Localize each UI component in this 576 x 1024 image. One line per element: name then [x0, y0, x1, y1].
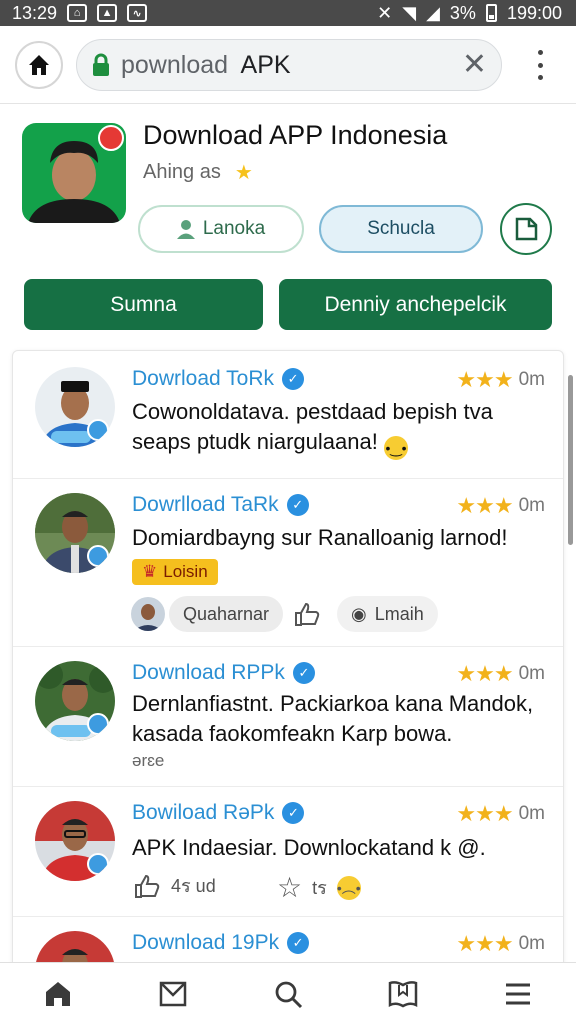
status-clock: 199:00 — [506, 2, 562, 23]
user-chip[interactable]: Quaharnar — [169, 596, 284, 632]
verified-icon: ✓ — [282, 802, 305, 824]
home-icon — [29, 55, 49, 75]
star-icon: ★★★ — [456, 801, 513, 826]
thumbs-up-icon — [135, 874, 160, 898]
home-icon — [45, 981, 70, 1006]
share-button[interactable] — [500, 203, 552, 255]
bottom-nav — [0, 962, 576, 1024]
close-icon[interactable]: ✕ — [462, 50, 487, 80]
url-text: pownload APK — [121, 50, 291, 79]
post-text: Dernlanfiastnt. Packiarkoa kana Mandok, … — [132, 691, 534, 746]
react-button[interactable]: ☆ tร •︵• — [277, 871, 361, 904]
status-badge: ♛ Loisin — [132, 559, 218, 585]
post-rating: ★★★ 0m — [456, 931, 545, 956]
avatar — [35, 661, 115, 741]
verified-icon: ✓ — [287, 932, 310, 954]
verified-icon: ✓ — [292, 662, 315, 684]
star-icon: ★★★ — [456, 661, 513, 686]
emoji-icon: •︵• — [336, 875, 361, 900]
star-icon: ★★★ — [456, 931, 513, 956]
list-item[interactable]: Dowrlload TaRk ✓ ★★★ 0m Domiardbayng sur R… — [13, 479, 563, 647]
pin-icon: ◉ — [351, 603, 367, 624]
battery-icon — [485, 4, 497, 22]
post-rating: ★★★ 0m — [456, 493, 545, 518]
emoji-icon: •‿• — [383, 436, 408, 460]
list-item[interactable]: Download RPPk ✓ ★★★ 0m Dernlanfiastnt. Pac… — [13, 647, 563, 787]
nav-mail[interactable] — [143, 969, 203, 1019]
schucla-button[interactable]: Schucla — [319, 205, 483, 253]
post-rating: ★★★ 0m — [456, 801, 545, 826]
sumna-button[interactable]: Sumna — [24, 279, 263, 330]
nav-home[interactable] — [28, 969, 88, 1019]
lock-icon — [93, 53, 109, 76]
status-time: 13:29 — [12, 2, 58, 23]
bookmark-icon — [388, 980, 418, 1007]
list-item[interactable]: Dowrload ToRk ✓ ★★★ 0m Cowonoldatava. pest… — [13, 351, 563, 479]
user-icon — [176, 220, 195, 239]
search-icon — [275, 981, 303, 1008]
url-bar[interactable]: pownload APK ✕ — [76, 39, 502, 91]
star-icon: ★★★ — [456, 493, 513, 518]
edit-icon — [98, 125, 124, 151]
post-text: APK Indaesiar. Downlockatand k @. — [132, 835, 486, 860]
home-button[interactable] — [15, 41, 63, 89]
menu-icon — [506, 983, 531, 1004]
avatar — [35, 493, 115, 573]
signal-icon: ◢ — [426, 2, 440, 23]
download-button[interactable]: Denniy anchepelcik — [279, 279, 552, 330]
post-author[interactable]: Dowrload ToRk ✓ — [132, 367, 305, 391]
like-icon[interactable] — [293, 601, 321, 627]
post-rating: ★★★ 0m — [456, 661, 545, 686]
lanoka-button[interactable]: Lanoka — [138, 205, 304, 253]
post-meta: ərɛe — [132, 751, 165, 770]
app-title: Download APP Indonesia — [143, 120, 448, 150]
battery-percent: 3% — [449, 2, 476, 23]
avatar — [35, 367, 115, 447]
post-author[interactable]: Download RPPk ✓ — [132, 661, 315, 685]
scrollbar[interactable] — [568, 375, 573, 545]
list-item[interactable]: Bowiload RəPk ✓ ★★★ 0m APK Indaesiar. Down… — [13, 787, 563, 917]
crown-icon: ♛ — [142, 562, 158, 581]
star-outline-icon: ☆ — [277, 872, 303, 903]
post-rating: ★★★ 0m — [456, 367, 545, 392]
avatar — [131, 597, 165, 631]
notification-icon: ⌂ — [67, 4, 88, 22]
verified-icon: ✓ — [286, 494, 309, 516]
wifi-icon: ◥ — [402, 2, 417, 23]
location-chip[interactable]: ◉ Lmaih — [337, 596, 438, 632]
notification-icon: ▲ — [97, 4, 118, 22]
avatar — [35, 801, 115, 881]
mute-icon: ✕ — [377, 2, 393, 23]
mail-icon — [159, 981, 187, 1006]
post-author[interactable]: Bowiload RəPk ✓ — [132, 801, 305, 825]
post-text: Cowonoldatava. pestdaad bepish tva seaps… — [132, 397, 552, 460]
post-author[interactable]: Dowrlload TaRk ✓ — [132, 493, 309, 517]
status-bar: 13:29 ⌂ ▲ ∿ ✕ ◥ ◢ 3% 199:00 — [0, 0, 576, 26]
nav-menu[interactable] — [488, 969, 548, 1019]
more-icon[interactable] — [530, 50, 550, 80]
like-button[interactable]: 4ร ud — [133, 871, 216, 900]
app-icon — [22, 123, 126, 223]
browser-toolbar: pownload APK ✕ — [0, 26, 576, 104]
notification-icon: ∿ — [127, 4, 148, 22]
app-subtitle: Ahing as ★ — [143, 161, 253, 184]
post-author[interactable]: Download 19Pk ✓ — [132, 931, 310, 955]
star-icon: ★★★ — [456, 367, 513, 392]
verified-icon: ✓ — [282, 368, 305, 390]
nav-bookmarks[interactable] — [373, 969, 433, 1019]
star-icon: ★ — [234, 162, 253, 184]
document-icon — [515, 217, 538, 241]
nav-search[interactable] — [258, 969, 318, 1019]
post-text: Domiardbayng sur Ranalloanig larnod! — [132, 525, 508, 550]
review-feed[interactable]: Dowrload ToRk ✓ ★★★ 0m Cowonoldatava. pest… — [12, 350, 564, 970]
